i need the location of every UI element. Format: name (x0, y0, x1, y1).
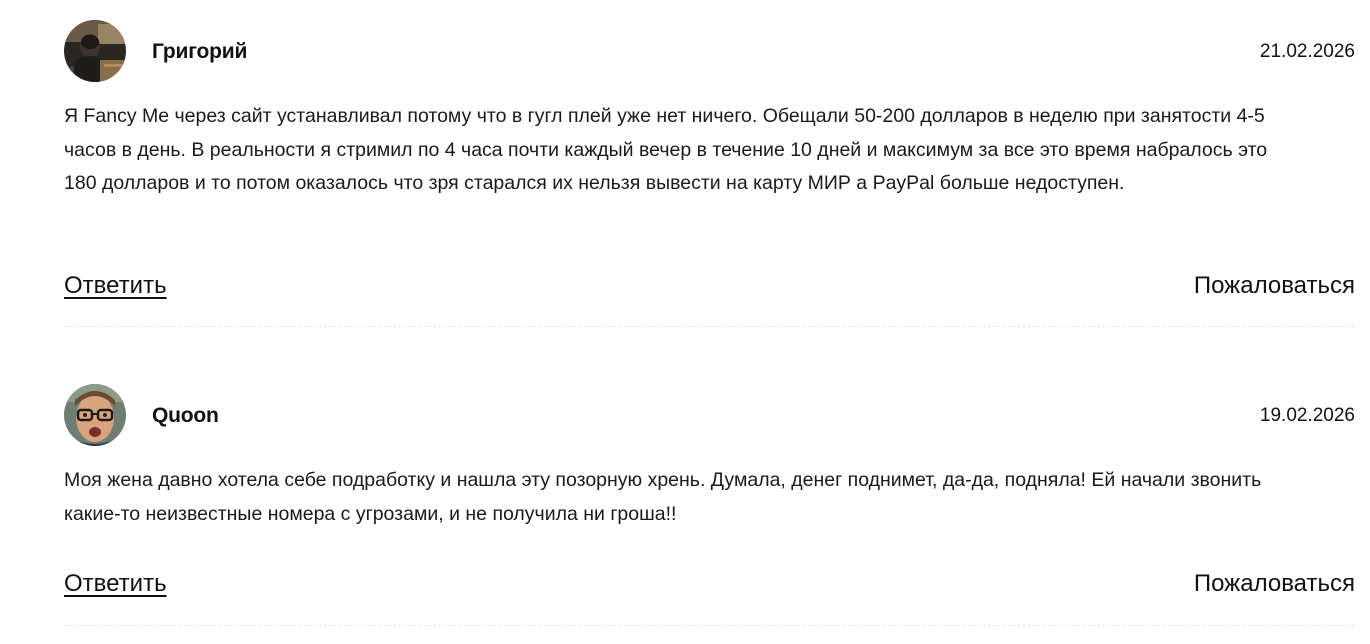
comment-text: Я Fancy Me через сайт устанавливал потом… (64, 105, 1268, 194)
avatar[interactable] (64, 384, 126, 446)
comment-actions: Ответить Пожаловаться (64, 272, 1355, 306)
avatar[interactable] (64, 20, 126, 82)
comment-header: Григорий 21.02.2026 (64, 20, 1355, 84)
comment-header: Quoon 19.02.2026 (64, 384, 1355, 448)
comment-item: Григорий 21.02.2026 Я Fancy Me через сай… (64, 20, 1355, 328)
reply-link[interactable]: Ответить (64, 570, 167, 598)
report-link[interactable]: Пожаловаться (1194, 272, 1355, 300)
user-photo-avatar-icon (64, 384, 126, 446)
comment-author: Quoon (152, 404, 219, 427)
comment-date: 21.02.2026 (1259, 41, 1355, 62)
comment-date: 19.02.2026 (1259, 405, 1355, 426)
divider (64, 326, 1355, 327)
reply-link[interactable]: Ответить (64, 272, 167, 300)
comment-item: Quoon 19.02.2026 Моя жена давно хотела с… (64, 384, 1355, 628)
comment-text: Моя жена давно хотела себе подработку и … (64, 469, 1262, 525)
comment-actions: Ответить Пожаловаться (64, 570, 1355, 604)
comment-author: Григорий (152, 40, 248, 63)
report-link[interactable]: Пожаловаться (1194, 570, 1355, 598)
user-photo-avatar-icon (64, 20, 126, 82)
divider (64, 625, 1355, 626)
